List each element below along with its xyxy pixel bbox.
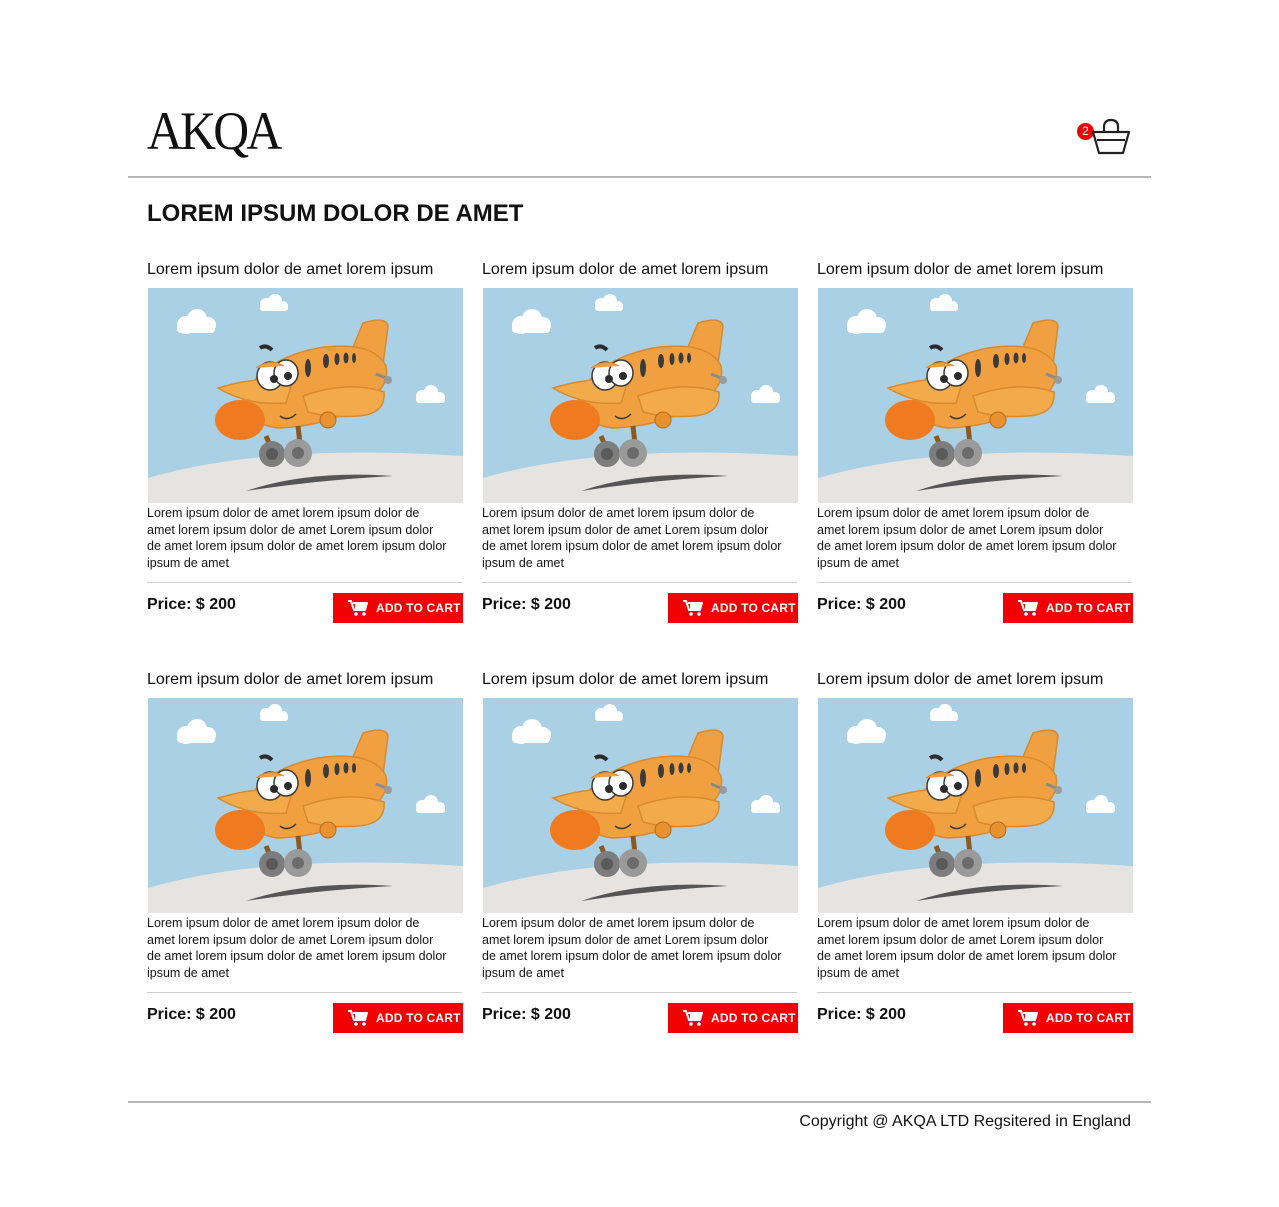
shopping-cart-icon [683,600,703,616]
product-card: Lorem ipsum dolor de amet lorem ipsum Lo… [147,669,463,1043]
product-price: Price: $ 200 [817,1006,906,1023]
card-divider [147,992,462,993]
card-divider [482,992,797,993]
product-card: Lorem ipsum dolor de amet lorem ipsum Lo… [147,259,463,633]
footer-divider [128,1101,1151,1103]
product-image[interactable] [483,288,798,503]
product-price: Price: $ 200 [482,1006,571,1023]
product-image[interactable] [483,698,798,913]
product-title: Lorem ipsum dolor de amet lorem ipsum [482,671,769,688]
card-divider [817,582,1132,583]
shopping-cart-icon [1018,1010,1038,1026]
card-divider [482,582,797,583]
product-description: Lorem ipsum dolor de amet lorem ipsum do… [482,916,782,980]
add-to-cart-button[interactable]: ADD TO CART [1003,1003,1133,1033]
add-to-cart-button[interactable]: ADD TO CART [333,593,463,623]
product-description: Lorem ipsum dolor de amet lorem ipsum do… [147,506,447,570]
product-card: Lorem ipsum dolor de amet lorem ipsum Lo… [817,259,1133,633]
product-image[interactable] [818,698,1133,913]
product-price: Price: $ 200 [147,596,236,613]
add-to-cart-label: ADD TO CART [1046,1011,1131,1025]
add-to-cart-button[interactable]: ADD TO CART [333,1003,463,1033]
airplane-illustration [818,698,1133,913]
product-image[interactable] [818,288,1133,503]
product-image[interactable] [148,698,463,913]
shopping-basket-icon [1091,118,1131,155]
product-description: Lorem ipsum dolor de amet lorem ipsum do… [817,916,1117,980]
site-header: AKQA 2 [128,0,1151,178]
card-divider [147,582,462,583]
airplane-illustration [483,698,798,913]
add-to-cart-label: ADD TO CART [376,1011,461,1025]
cart-button[interactable]: 2 [1075,112,1139,162]
product-title: Lorem ipsum dolor de amet lorem ipsum [482,261,769,278]
product-price: Price: $ 200 [147,1006,236,1023]
add-to-cart-label: ADD TO CART [1046,601,1131,615]
product-price: Price: $ 200 [482,596,571,613]
page-title: LOREM IPSUM DOLOR DE AMET [147,200,524,227]
product-title: Lorem ipsum dolor de amet lorem ipsum [817,261,1104,278]
add-to-cart-button[interactable]: ADD TO CART [1003,593,1133,623]
product-title: Lorem ipsum dolor de amet lorem ipsum [147,261,434,278]
card-divider [817,992,1132,993]
add-to-cart-label: ADD TO CART [376,601,461,615]
product-image[interactable] [148,288,463,503]
product-description: Lorem ipsum dolor de amet lorem ipsum do… [147,916,447,980]
shopping-cart-icon [348,1010,368,1026]
shopping-cart-icon [683,1010,703,1026]
product-title: Lorem ipsum dolor de amet lorem ipsum [817,671,1104,688]
product-card: Lorem ipsum dolor de amet lorem ipsum Lo… [482,259,798,633]
product-title: Lorem ipsum dolor de amet lorem ipsum [147,671,434,688]
akqa-logo[interactable]: AKQA [147,98,282,164]
shopping-cart-icon [348,600,368,616]
add-to-cart-label: ADD TO CART [711,1011,796,1025]
product-price: Price: $ 200 [817,596,906,613]
shopping-cart-icon [1018,600,1038,616]
airplane-illustration [483,288,798,503]
add-to-cart-button[interactable]: ADD TO CART [668,1003,798,1033]
product-card: Lorem ipsum dolor de amet lorem ipsum Lo… [482,669,798,1043]
add-to-cart-label: ADD TO CART [711,601,796,615]
product-description: Lorem ipsum dolor de amet lorem ipsum do… [817,506,1117,570]
airplane-illustration [148,288,463,503]
product-description: Lorem ipsum dolor de amet lorem ipsum do… [482,506,782,570]
product-grid: Lorem ipsum dolor de amet lorem ipsum Lo… [147,259,1133,1039]
copyright-text: Copyright @ AKQA LTD Regsitered in Engla… [799,1113,1131,1130]
airplane-illustration [148,698,463,913]
product-card: Lorem ipsum dolor de amet lorem ipsum Lo… [817,669,1133,1043]
airplane-illustration [818,288,1133,503]
add-to-cart-button[interactable]: ADD TO CART [668,593,798,623]
